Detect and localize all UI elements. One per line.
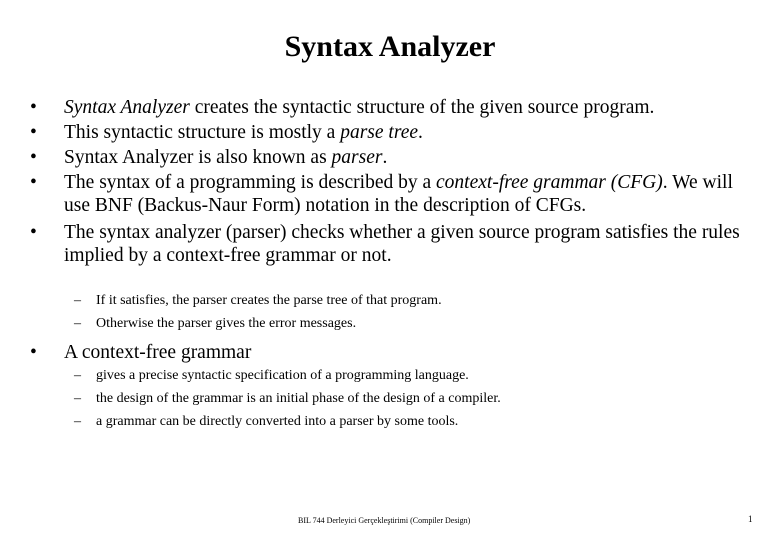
bullet-text: This syntactic structure is mostly a par…	[64, 121, 764, 144]
plain-text: creates the syntactic structure of the g…	[189, 97, 655, 118]
bullet-text: Syntax Analyzer creates the syntactic st…	[64, 96, 764, 119]
bullet-text: The syntax analyzer (parser) checks whet…	[64, 221, 764, 267]
bullet-icon: •	[30, 147, 37, 168]
emphasis-text: parse tree	[340, 122, 419, 143]
emphasis-text: context-free grammar (CFG)	[436, 172, 663, 193]
bullet-icon: •	[30, 97, 37, 118]
bullet-icon: •	[30, 342, 37, 363]
page-number: 1	[748, 514, 753, 524]
slide-title: Syntax Analyzer	[284, 30, 496, 63]
bullet-icon: •	[30, 122, 37, 143]
bullet-text: The syntax of a programming is described…	[64, 171, 764, 217]
plain-text: .	[382, 147, 388, 168]
bullet-icon: •	[30, 222, 37, 243]
sub-item-text: If it satisfies, the parser creates the …	[96, 293, 442, 308]
plain-text: use BNF (Backus-Naur Form) notation in t…	[64, 195, 587, 216]
sub-item-text: the design of the grammar is an initial …	[96, 391, 501, 406]
plain-text: implied by a context-free grammar or not…	[64, 245, 392, 266]
sub-item-text: Otherwise the parser gives the error mes…	[96, 316, 357, 331]
dash-icon: –	[74, 316, 81, 331]
bullet-text: Syntax Analyzer is also known as parser.	[64, 146, 764, 169]
plain-text: Syntax Analyzer is also known as	[64, 147, 332, 168]
dash-icon: –	[74, 391, 81, 406]
plain-text: This syntactic structure is mostly a	[64, 122, 341, 143]
plain-text: The syntax analyzer (parser) checks whet…	[64, 222, 740, 243]
dash-icon: –	[74, 368, 81, 383]
dash-icon: –	[74, 293, 81, 308]
emphasis-text: Syntax Analyzer	[64, 97, 190, 118]
sub-item-text: gives a precise syntactic specification …	[96, 368, 469, 383]
emphasis-text: parser	[331, 147, 383, 168]
bullet-text: A context-free grammar	[64, 342, 252, 363]
bullet-icon: •	[30, 172, 37, 193]
dash-icon: –	[74, 414, 81, 429]
plain-text: .	[418, 122, 423, 143]
plain-text: The syntax of a programming is described…	[64, 172, 437, 193]
slide-footer: BIL 744 Derleyici Gerçekleştirimi (Compi…	[298, 516, 471, 525]
sub-item-text: a grammar can be directly converted into…	[96, 414, 459, 429]
plain-text: . We will	[662, 172, 733, 193]
